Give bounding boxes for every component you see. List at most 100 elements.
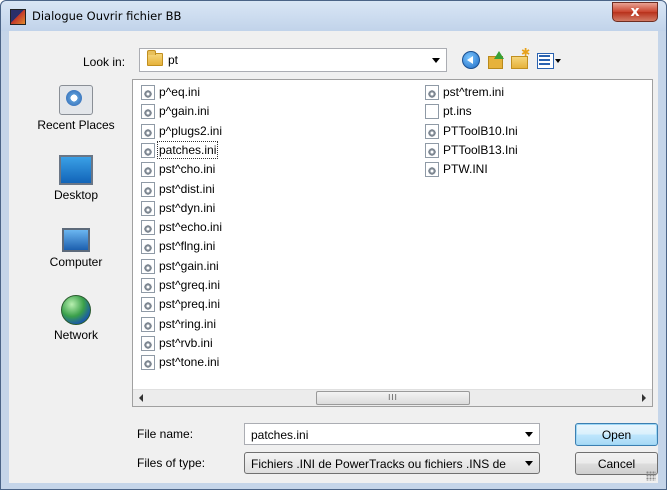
file-item[interactable]: pst^dist.ini [137,180,417,198]
settings-file-icon [141,104,155,120]
file-name-value: patches.ini [251,428,309,442]
resize-grip[interactable] [646,471,656,481]
file-name: pst^tone.ini [159,355,220,370]
settings-file-icon [141,181,155,197]
file-item[interactable]: pst^preq.ini [137,295,417,313]
places-bar: Recent Places Desktop Computer Network [21,79,131,404]
open-button[interactable]: Open [575,423,658,446]
place-computer[interactable]: Computer [21,225,131,269]
file-name-label: File name: [137,427,194,441]
file-name: pt.ins [443,104,472,119]
file-item[interactable]: pt.ins [421,102,561,120]
place-label: Network [53,328,98,342]
file-name: PTToolB13.Ini [443,142,518,157]
settings-file-icon [141,162,155,178]
file-name: PTW.INI [443,162,488,177]
file-item[interactable]: pst^trem.ini [421,83,561,101]
new-folder-icon[interactable] [511,46,530,69]
settings-file-icon [141,297,155,313]
file-item[interactable]: pst^dyn.ini [137,199,417,217]
file-name: pst^dist.ini [159,181,215,196]
settings-file-icon [141,278,155,293]
file-name: pst^ring.ini [159,316,216,331]
dialog-body: Look in: pt Recent Places Desktop Comput… [9,31,658,483]
file-name: patches.ini [157,140,219,159]
file-type-select[interactable]: Fichiers .INI de PowerTracks ou fichiers… [244,452,540,474]
file-name: pst^preq.ini [159,297,220,312]
file-type-label: Files of type: [137,456,206,470]
file-item[interactable]: pst^cho.ini [137,160,417,178]
file-item[interactable]: PTToolB13.Ini [421,141,561,159]
look-in-label: Look in: [83,55,126,69]
file-item[interactable]: pst^greq.ini [137,276,417,294]
settings-file-icon [141,200,155,216]
file-name: pst^dyn.ini [159,200,216,215]
settings-file-icon [141,355,155,371]
settings-file-icon [141,316,155,332]
settings-file-icon [425,85,439,100]
file-item[interactable]: pst^gain.ini [137,257,417,275]
settings-file-icon [141,335,155,351]
file-item[interactable]: pst^echo.ini [137,218,417,236]
file-item[interactable]: PTToolB10.Ini [421,122,561,140]
settings-file-icon [141,85,155,100]
folder-icon [147,50,163,66]
desktop-icon [59,155,93,185]
chevron-down-icon [525,461,533,466]
window-title: Dialogue Ouvrir fichier BB [32,9,182,23]
file-type-value: Fichiers .INI de PowerTracks ou fichiers… [251,457,506,471]
computer-icon [62,228,90,252]
look-in-dropdown[interactable]: pt [139,48,447,72]
file-name: pst^rvb.ini [159,335,213,350]
up-folder-icon[interactable] [487,51,505,69]
close-button[interactable]: x [612,2,658,22]
scrollbar-thumb[interactable]: III [316,391,470,405]
file-item[interactable]: p^gain.ini [137,102,417,120]
settings-file-icon [141,220,155,236]
file-name: PTToolB10.Ini [443,123,518,138]
file-name: pst^trem.ini [443,85,504,99]
settings-file-icon [141,123,155,139]
back-icon[interactable] [462,51,480,69]
settings-file-icon [141,258,155,274]
recent-places-icon [59,85,93,115]
place-label: Recent Places [37,118,115,132]
scroll-right-icon[interactable] [635,390,652,406]
views-menu-icon[interactable] [537,51,563,69]
chevron-down-icon[interactable] [525,432,533,437]
settings-file-icon [425,123,439,139]
file-item[interactable]: pst^flng.ini [137,237,417,255]
place-label: Computer [49,255,103,269]
settings-file-icon [425,162,439,178]
file-name: pst^echo.ini [159,220,222,235]
file-item[interactable]: PTW.INI [421,160,561,178]
place-label: Desktop [53,188,99,202]
file-name-input[interactable]: patches.ini [244,423,540,445]
open-file-dialog: Dialogue Ouvrir fichier BB x Look in: pt… [0,0,667,490]
file-name: pst^flng.ini [159,239,216,254]
file-item[interactable]: patches.ini [137,140,417,159]
settings-file-icon [141,239,155,255]
file-item[interactable]: p^plugs2.ini [137,122,417,140]
file-name: p^plugs2.ini [159,123,223,138]
look-in-value: pt [168,53,179,67]
file-name: pst^cho.ini [159,162,216,177]
file-name: pst^greq.ini [159,278,220,292]
document-icon [425,104,439,120]
horizontal-scrollbar[interactable]: III [133,389,652,406]
app-icon [10,9,26,25]
place-desktop[interactable]: Desktop [21,155,131,202]
file-name: p^gain.ini [159,104,210,119]
file-list[interactable]: p^eq.ini p^gain.ini p^plugs2.ini patches.in… [132,79,653,407]
place-recent-places[interactable]: Recent Places [21,85,131,132]
file-item[interactable]: pst^ring.ini [137,315,417,333]
place-network[interactable]: Network [21,295,131,342]
file-name: p^eq.ini [159,85,200,99]
file-item[interactable]: p^eq.ini [137,83,417,101]
network-icon [61,295,91,325]
title-bar[interactable]: Dialogue Ouvrir fichier BB x [1,1,666,31]
scroll-left-icon[interactable] [133,390,150,406]
file-item[interactable]: pst^rvb.ini [137,334,417,352]
file-item[interactable]: pst^tone.ini [137,353,417,371]
settings-file-icon [425,142,439,158]
